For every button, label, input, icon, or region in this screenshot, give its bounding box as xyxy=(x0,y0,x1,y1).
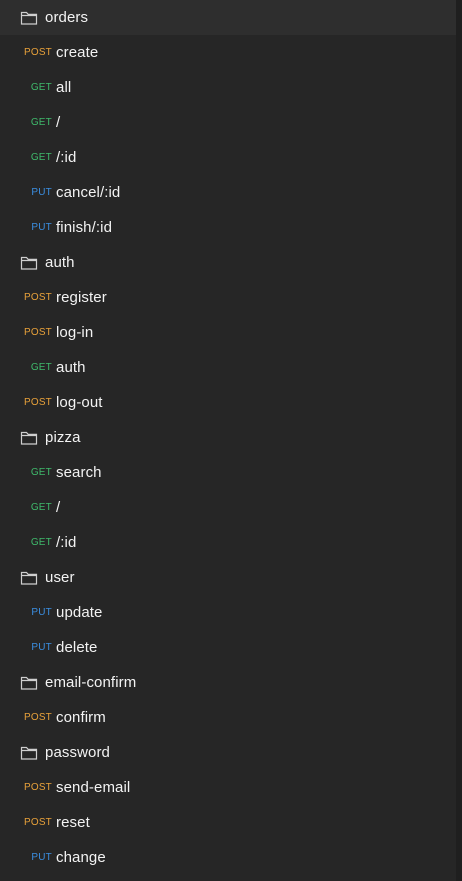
method-badge: POST xyxy=(23,292,52,303)
folder-icon xyxy=(20,570,38,586)
folder-auth[interactable]: auth xyxy=(0,245,456,280)
folder-orders[interactable]: orders xyxy=(0,0,456,35)
folder-label: auth xyxy=(45,254,75,271)
folder-icon xyxy=(20,675,38,691)
request-item[interactable]: PUT change xyxy=(0,840,456,875)
request-item[interactable]: PUT cancel/:id xyxy=(0,175,456,210)
request-label: /:id xyxy=(56,534,77,551)
folder-email-confirm[interactable]: email-confirm xyxy=(0,665,456,700)
request-item[interactable]: GET / xyxy=(0,105,456,140)
request-item[interactable]: PUT delete xyxy=(0,630,456,665)
method-badge: POST xyxy=(23,712,52,723)
request-label: delete xyxy=(56,639,98,656)
request-item[interactable]: PUT update xyxy=(0,595,456,630)
request-item[interactable]: GET /:id xyxy=(0,525,456,560)
folder-password[interactable]: password xyxy=(0,735,456,770)
method-badge: PUT xyxy=(31,642,52,653)
request-label: reset xyxy=(56,814,90,831)
request-label: auth xyxy=(56,359,86,376)
method-badge: PUT xyxy=(31,222,52,233)
request-label: cancel/:id xyxy=(56,184,121,201)
request-item[interactable]: POST log-out xyxy=(0,385,456,420)
method-badge: GET xyxy=(30,82,52,93)
method-badge: POST xyxy=(23,397,52,408)
folder-icon xyxy=(20,430,38,446)
request-item[interactable]: GET /:id xyxy=(0,140,456,175)
method-badge: GET xyxy=(30,537,52,548)
method-badge: GET xyxy=(30,362,52,373)
request-label: create xyxy=(56,44,99,61)
folder-icon xyxy=(20,255,38,271)
request-item[interactable]: GET search xyxy=(0,455,456,490)
request-label: confirm xyxy=(56,709,106,726)
scrollbar[interactable] xyxy=(456,0,462,881)
method-badge: PUT xyxy=(31,187,52,198)
folder-icon xyxy=(20,745,38,761)
method-badge: GET xyxy=(30,152,52,163)
method-badge: POST xyxy=(23,782,52,793)
folder-label: orders xyxy=(45,9,89,26)
method-badge: POST xyxy=(23,47,52,58)
request-item[interactable]: POST register xyxy=(0,280,456,315)
request-label: / xyxy=(56,499,61,516)
folder-label: user xyxy=(45,569,75,586)
method-badge: GET xyxy=(30,117,52,128)
method-badge: POST xyxy=(23,817,52,828)
request-item[interactable]: POST log-in xyxy=(0,315,456,350)
request-label: log-in xyxy=(56,324,94,341)
request-label: send-email xyxy=(56,779,131,796)
folder-user[interactable]: user xyxy=(0,560,456,595)
request-label: log-out xyxy=(56,394,103,411)
request-label: register xyxy=(56,289,107,306)
request-label: /:id xyxy=(56,149,77,166)
request-item[interactable]: POST confirm xyxy=(0,700,456,735)
request-item[interactable]: POST create xyxy=(0,35,456,70)
request-label: all xyxy=(56,79,72,96)
method-badge: POST xyxy=(23,327,52,338)
request-label: change xyxy=(56,849,106,866)
request-label: / xyxy=(56,114,61,131)
folder-label: pizza xyxy=(45,429,81,446)
request-item[interactable]: GET all xyxy=(0,70,456,105)
request-item[interactable]: POST send-email xyxy=(0,770,456,805)
folder-icon xyxy=(20,10,38,26)
method-badge: PUT xyxy=(31,852,52,863)
folder-label: email-confirm xyxy=(45,674,137,691)
request-item[interactable]: GET / xyxy=(0,490,456,525)
request-item[interactable]: GET auth xyxy=(0,350,456,385)
method-badge: GET xyxy=(30,467,52,478)
request-label: search xyxy=(56,464,102,481)
folder-label: password xyxy=(45,744,110,761)
folder-pizza[interactable]: pizza xyxy=(0,420,456,455)
collection-tree: orders POST create GET all GET / GET /:i… xyxy=(0,0,456,875)
method-badge: GET xyxy=(30,502,52,513)
request-item[interactable]: POST reset xyxy=(0,805,456,840)
method-badge: PUT xyxy=(31,607,52,618)
request-label: finish/:id xyxy=(56,219,113,236)
request-item[interactable]: PUT finish/:id xyxy=(0,210,456,245)
request-label: update xyxy=(56,604,103,621)
